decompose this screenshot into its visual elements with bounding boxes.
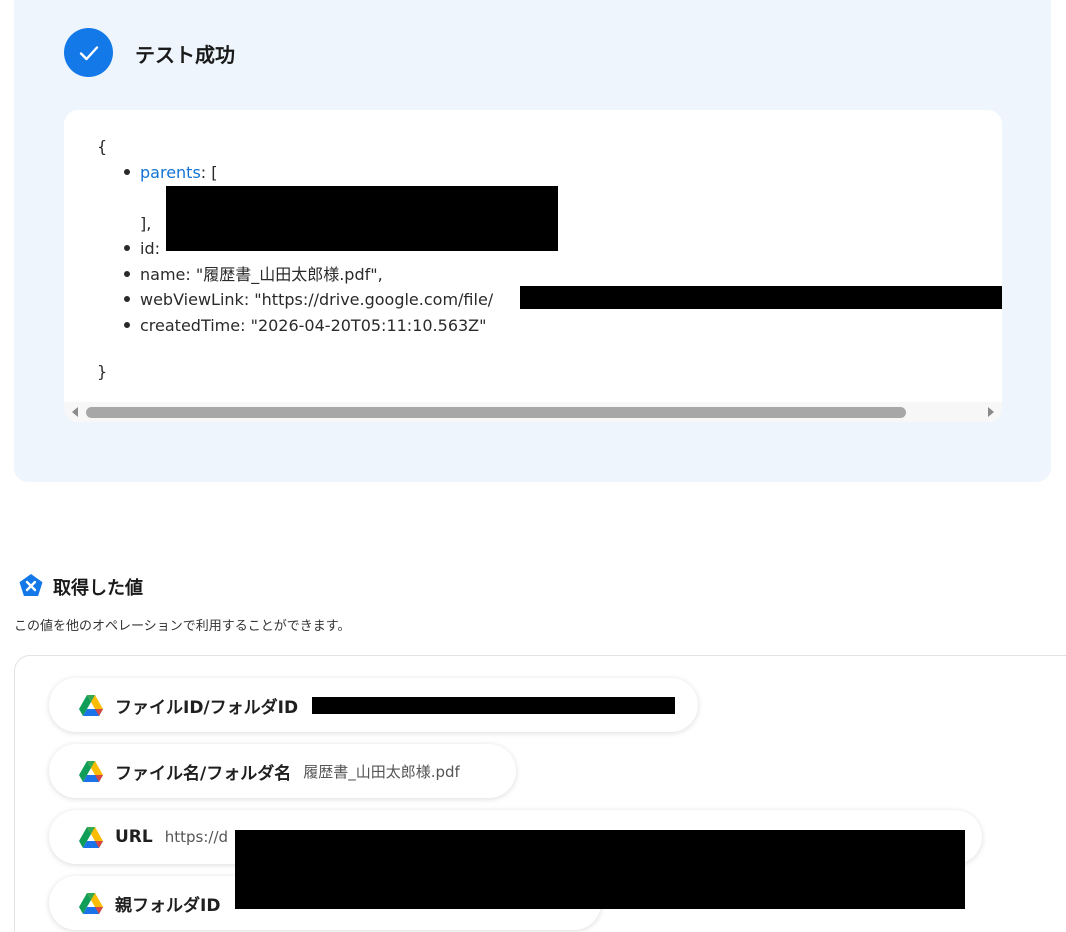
horizontal-scrollbar[interactable] [64,402,1002,422]
value-item-file-name[interactable]: ファイル名/フォルダ名 履歴書_山田太郎様.pdf [49,744,516,798]
redaction-block [166,186,558,251]
value-item-value: https://d [164,828,229,846]
json-output-box: { parents: [ ], id: name: "履歴書_山田太郎様.pdf… [64,110,1002,422]
google-drive-icon [79,760,103,782]
obtained-values-heading: 取得した値 [53,578,143,599]
scroll-left-arrow-icon[interactable] [72,407,78,417]
value-item-value: 履歴書_山田太郎様.pdf [303,762,460,781]
redaction-block [235,830,965,909]
redaction-block [520,286,1002,309]
value-item-label: 親フォルダID [115,895,221,916]
variable-icon [19,574,43,596]
test-success-title: テスト成功 [135,43,235,67]
json-name-line: name: "履歴書_山田太郎様.pdf", [97,262,493,288]
obtained-values-description: この値を他のオペレーションで利用することができます。 [14,619,351,634]
json-parents-line: parents: [ [97,160,493,186]
value-item-label: ファイルID/フォルダID [115,697,299,718]
json-createdtime-line: createdTime: "2026-04-20T05:11:10.563Z" [97,313,493,339]
value-item-label: ファイル名/フォルダ名 [115,763,292,784]
google-drive-icon [79,892,103,914]
value-item-label: URL [115,827,153,847]
redaction-block [312,697,675,714]
json-open-brace: { [97,137,108,156]
json-close-brace: } [97,362,108,381]
scrollbar-thumb[interactable] [86,407,906,418]
json-key-parents: parents [140,162,201,182]
json-output: { parents: [ ], id: name: "履歴書_山田太郎様.pdf… [97,134,493,385]
check-icon [64,28,113,77]
json-webviewlink-line: webViewLink: "https://drive.google.com/f… [97,287,493,313]
scroll-right-arrow-icon[interactable] [988,407,994,417]
google-drive-icon [79,826,103,848]
google-drive-icon [79,694,103,716]
